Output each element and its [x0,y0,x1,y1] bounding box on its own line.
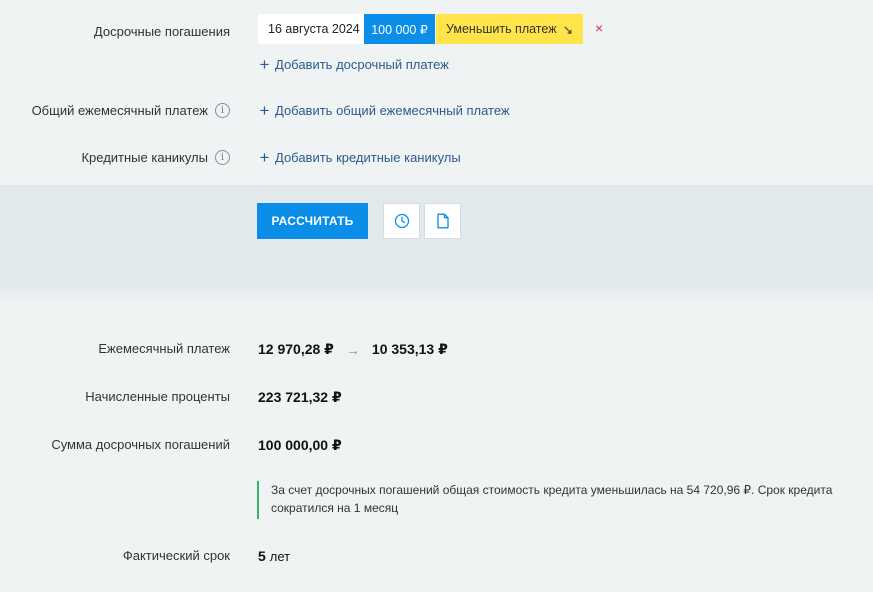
early-payment-amount[interactable]: 100 000 ₽ [364,14,435,44]
document-icon [436,213,449,229]
remove-early-payment-icon[interactable]: × [595,20,603,36]
history-button[interactable] [383,203,420,239]
add-common-monthly-link[interactable]: + Добавить общий ежемесячный платеж [258,102,510,119]
band-fade [0,283,873,305]
info-icon[interactable]: i [215,150,230,165]
early-payment-mode-select[interactable]: Уменьшить платеж ↘ [436,14,583,44]
interest-value: 223 721,32 ₽ [258,389,342,405]
info-icon[interactable]: i [215,103,230,118]
holidays-label: Кредитные каникулы i [81,150,230,165]
clock-icon [394,213,409,229]
early-sum-value: 100 000,00 ₽ [258,437,342,453]
common-monthly-label: Общий ежемесячный платеж i [32,103,230,118]
early-sum-label: Сумма досрочных погашений [51,437,230,452]
monthly-payment-value: 12 970,28 ₽ → 10 353,13 ₽ [258,341,448,358]
plus-icon: + [259,148,270,167]
arrow-right-icon: → [345,341,360,358]
monthly-payment-label: Ежемесячный платеж [98,341,230,356]
document-button[interactable] [424,203,461,239]
interest-label: Начисленные проценты [85,389,230,404]
arrow-down-right-icon: ↘ [562,22,573,37]
add-early-payment-link[interactable]: + Добавить досрочный платеж [258,56,449,73]
plus-icon: + [259,55,270,74]
early-payments-label: Досрочные погашения [93,24,230,39]
actual-term-label: Фактический срок [122,548,230,563]
add-holidays-link[interactable]: + Добавить кредитные каникулы [258,149,461,166]
plus-icon: + [259,101,270,120]
savings-note: За счет досрочных погашений общая стоимо… [257,481,847,519]
actual-term-value: 5 лет [258,548,291,564]
early-payment-date[interactable]: 16 августа 2024 [258,14,364,44]
calculate-button[interactable]: РАССЧИТАТЬ [257,203,368,239]
